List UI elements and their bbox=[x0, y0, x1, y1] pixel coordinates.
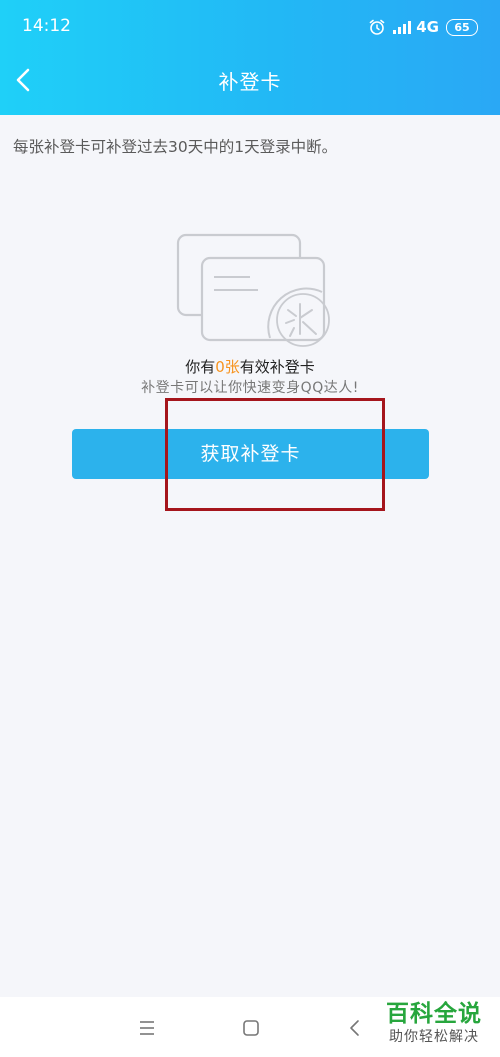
card-count-line: 你有0张有效补登卡 bbox=[0, 356, 500, 378]
count-prefix: 你有 bbox=[185, 358, 216, 376]
status-bar: 14:12 4G 65 bbox=[0, 0, 500, 54]
card-subtitle: 补登卡可以让你快速变身QQ达人! bbox=[141, 380, 359, 396]
network-type: 4G bbox=[416, 18, 439, 36]
header: 14:12 4G 65 补登卡 bbox=[0, 0, 500, 115]
watermark-logo: 百科全说 助你轻松解决 bbox=[375, 1000, 493, 1052]
get-card-button[interactable]: 获取补登卡 bbox=[72, 429, 429, 479]
back-icon[interactable] bbox=[344, 1017, 366, 1039]
page-title: 补登卡 bbox=[218, 70, 282, 94]
status-time: 14:12 bbox=[22, 16, 71, 36]
watermark-subtitle: 助你轻松解决 bbox=[389, 1029, 479, 1045]
card-icon bbox=[172, 230, 332, 348]
signal-icon bbox=[392, 19, 412, 35]
home-icon[interactable] bbox=[240, 1017, 262, 1039]
description-text: 每张补登卡可补登过去30天中的1天登录中断。 bbox=[13, 138, 338, 156]
menu-icon[interactable] bbox=[136, 1018, 158, 1038]
status-icons: 4G 65 bbox=[368, 16, 478, 38]
battery-icon: 65 bbox=[446, 18, 478, 36]
watermark-title: 百科全说 bbox=[386, 1001, 482, 1027]
count-suffix: 有效补登卡 bbox=[239, 358, 315, 376]
card-count: 0张 bbox=[215, 358, 240, 376]
alarm-icon bbox=[368, 18, 386, 36]
